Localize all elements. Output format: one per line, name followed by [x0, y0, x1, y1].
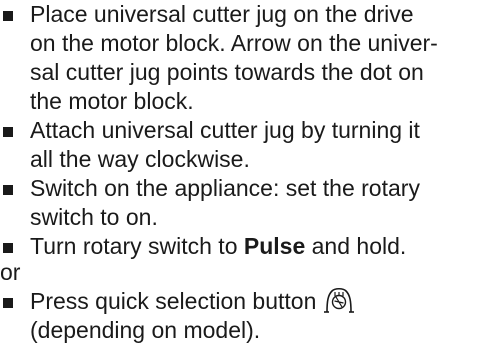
quick-selection-button-icon	[322, 287, 356, 322]
or-separator: or	[0, 259, 21, 285]
step-line: Place universal cutter jug on the drive	[30, 1, 414, 27]
bullet-square-icon	[3, 127, 13, 137]
step-line: the motor block.	[30, 88, 194, 114]
step-line: all the way clockwise.	[30, 146, 250, 172]
bullet-square-icon	[3, 298, 13, 308]
instruction-page: Place universal cutter jug on the drive …	[0, 0, 483, 345]
step-text: Turn rotary switch to	[30, 233, 244, 259]
step-line: Attach universal cutter jug by turning i…	[30, 117, 420, 143]
step-line: on the motor block. Arrow on the univer-	[30, 30, 438, 56]
bullet-square-icon	[3, 243, 13, 253]
step-line: switch to on.	[30, 204, 158, 230]
bullet-square-icon	[3, 11, 13, 21]
step-line: Switch on the appliance: set the rotary	[30, 175, 420, 201]
step-text: Press quick selection button	[30, 288, 317, 314]
step-line: Turn rotary switch to Pulse and hold.	[30, 232, 406, 261]
step-text: and hold.	[305, 233, 407, 259]
pulse-label: Pulse	[243, 233, 306, 259]
step-line: sal cutter jug points towards the dot on	[30, 59, 424, 85]
bullet-square-icon	[3, 185, 13, 195]
step-line: (depending on model).	[30, 317, 261, 343]
